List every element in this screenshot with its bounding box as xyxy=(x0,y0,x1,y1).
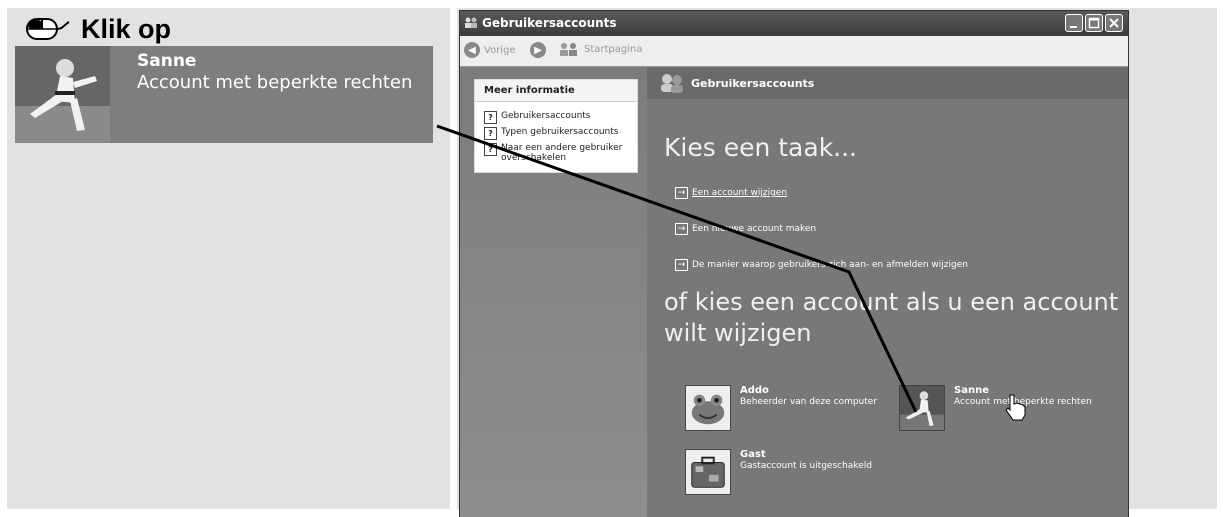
user-accounts-window: Gebruikersaccounts ◀ Vorige ▶ Startpagin… xyxy=(459,10,1129,517)
close-icon xyxy=(1109,18,1119,28)
title-bar: Gebruikersaccounts xyxy=(460,11,1128,36)
instruction-text: Klik op xyxy=(81,13,172,44)
task-change-account[interactable]: → Een account wijzigen xyxy=(675,187,787,199)
instruction: Klik op xyxy=(25,12,171,46)
forward-arrow-icon: ▶ xyxy=(530,42,546,58)
user-accounts-icon xyxy=(661,74,683,93)
more-info-heading: Meer informatie xyxy=(484,85,575,96)
sidebar-link-account-types[interactable]: ? Typen gebruikersaccounts xyxy=(484,127,618,140)
minimize-icon xyxy=(1070,26,1077,28)
callout-account-name: Sanne xyxy=(137,51,197,71)
account-name: Addo xyxy=(740,385,769,396)
main-header-title: Gebruikersaccounts xyxy=(691,77,815,90)
close-button[interactable] xyxy=(1105,14,1123,32)
task-label: Een account wijzigen xyxy=(692,188,788,198)
account-description: Beheerder van deze computer xyxy=(740,397,878,407)
sidebar-link-label: Naar een andere gebruiker overschakelen xyxy=(501,143,623,163)
task-label: Een nieuwe account maken xyxy=(692,224,817,234)
account-gast[interactable]: Gast Gastaccount is uitgeschakeld xyxy=(685,449,872,495)
back-button[interactable]: ◀ Vorige xyxy=(464,42,516,58)
back-arrow-icon: ◀ xyxy=(464,42,480,58)
window-title: Gebruikersaccounts xyxy=(482,16,617,30)
toolbar: ◀ Vorige ▶ Startpagina xyxy=(460,36,1128,67)
account-description: Gastaccount is uitgeschakeld xyxy=(740,461,872,471)
frog-avatar-icon xyxy=(685,385,731,431)
task-label: De manier waarop gebruikers zich aan- en… xyxy=(692,260,968,270)
sidebar-link-label: Typen gebruikersaccounts xyxy=(501,127,619,137)
sidebar-link-label: Gebruikersaccounts xyxy=(501,111,591,121)
help-icon: ? xyxy=(484,143,497,156)
account-description: Account met beperkte rechten xyxy=(954,397,1092,407)
callout-account-role: Account met beperkte rechten xyxy=(137,72,413,93)
more-info-box: Meer informatie ? Gebruikersaccounts ? T… xyxy=(474,79,638,173)
forward-button[interactable]: ▶ xyxy=(530,42,546,58)
home-button[interactable]: Startpagina xyxy=(558,42,643,56)
karate-avatar-icon xyxy=(899,385,945,431)
help-icon: ? xyxy=(484,127,497,140)
task-logon-method[interactable]: → De manier waarop gebruikers zich aan- … xyxy=(675,259,968,271)
suitcase-avatar-icon xyxy=(685,449,731,495)
back-label: Vorige xyxy=(484,44,516,56)
account-name: Gast xyxy=(740,449,766,460)
main-header: Gebruikersaccounts xyxy=(647,67,1128,99)
arrow-right-icon: → xyxy=(675,223,688,235)
account-callout: Sanne Account met beperkte rechten xyxy=(15,46,433,143)
mouse-icon xyxy=(26,18,70,40)
account-heading: of kies een account als u een account wi… xyxy=(664,288,1119,347)
help-icon: ? xyxy=(484,111,497,124)
account-sanne[interactable]: Sanne Account met beperkte rechten xyxy=(899,385,1099,431)
minimize-button[interactable] xyxy=(1065,14,1083,32)
users-icon xyxy=(465,17,477,28)
main-pane: Gebruikersaccounts Kies een taak... → Ee… xyxy=(647,67,1128,517)
task-heading: Kies een taak... xyxy=(664,133,858,162)
maximize-icon xyxy=(1088,17,1100,29)
account-addo[interactable]: Addo Beheerder van deze computer xyxy=(685,385,877,431)
home-label: Startpagina xyxy=(584,43,643,55)
more-info-header: Meer informatie xyxy=(475,80,637,102)
maximize-button[interactable] xyxy=(1085,14,1103,32)
sidebar-link-user-accounts[interactable]: ? Gebruikersaccounts xyxy=(484,111,591,124)
arrow-right-icon: → xyxy=(675,259,688,271)
users-home-icon xyxy=(560,43,577,56)
arrow-right-icon: → xyxy=(675,187,688,199)
sidebar-link-switch-user[interactable]: ? Naar een andere gebruiker overschakele… xyxy=(484,143,629,163)
account-picture-karate xyxy=(15,46,110,143)
account-name: Sanne xyxy=(954,385,989,396)
task-sidebar: Meer informatie ? Gebruikersaccounts ? T… xyxy=(460,67,647,517)
task-new-account[interactable]: → Een nieuwe account maken xyxy=(675,223,816,235)
